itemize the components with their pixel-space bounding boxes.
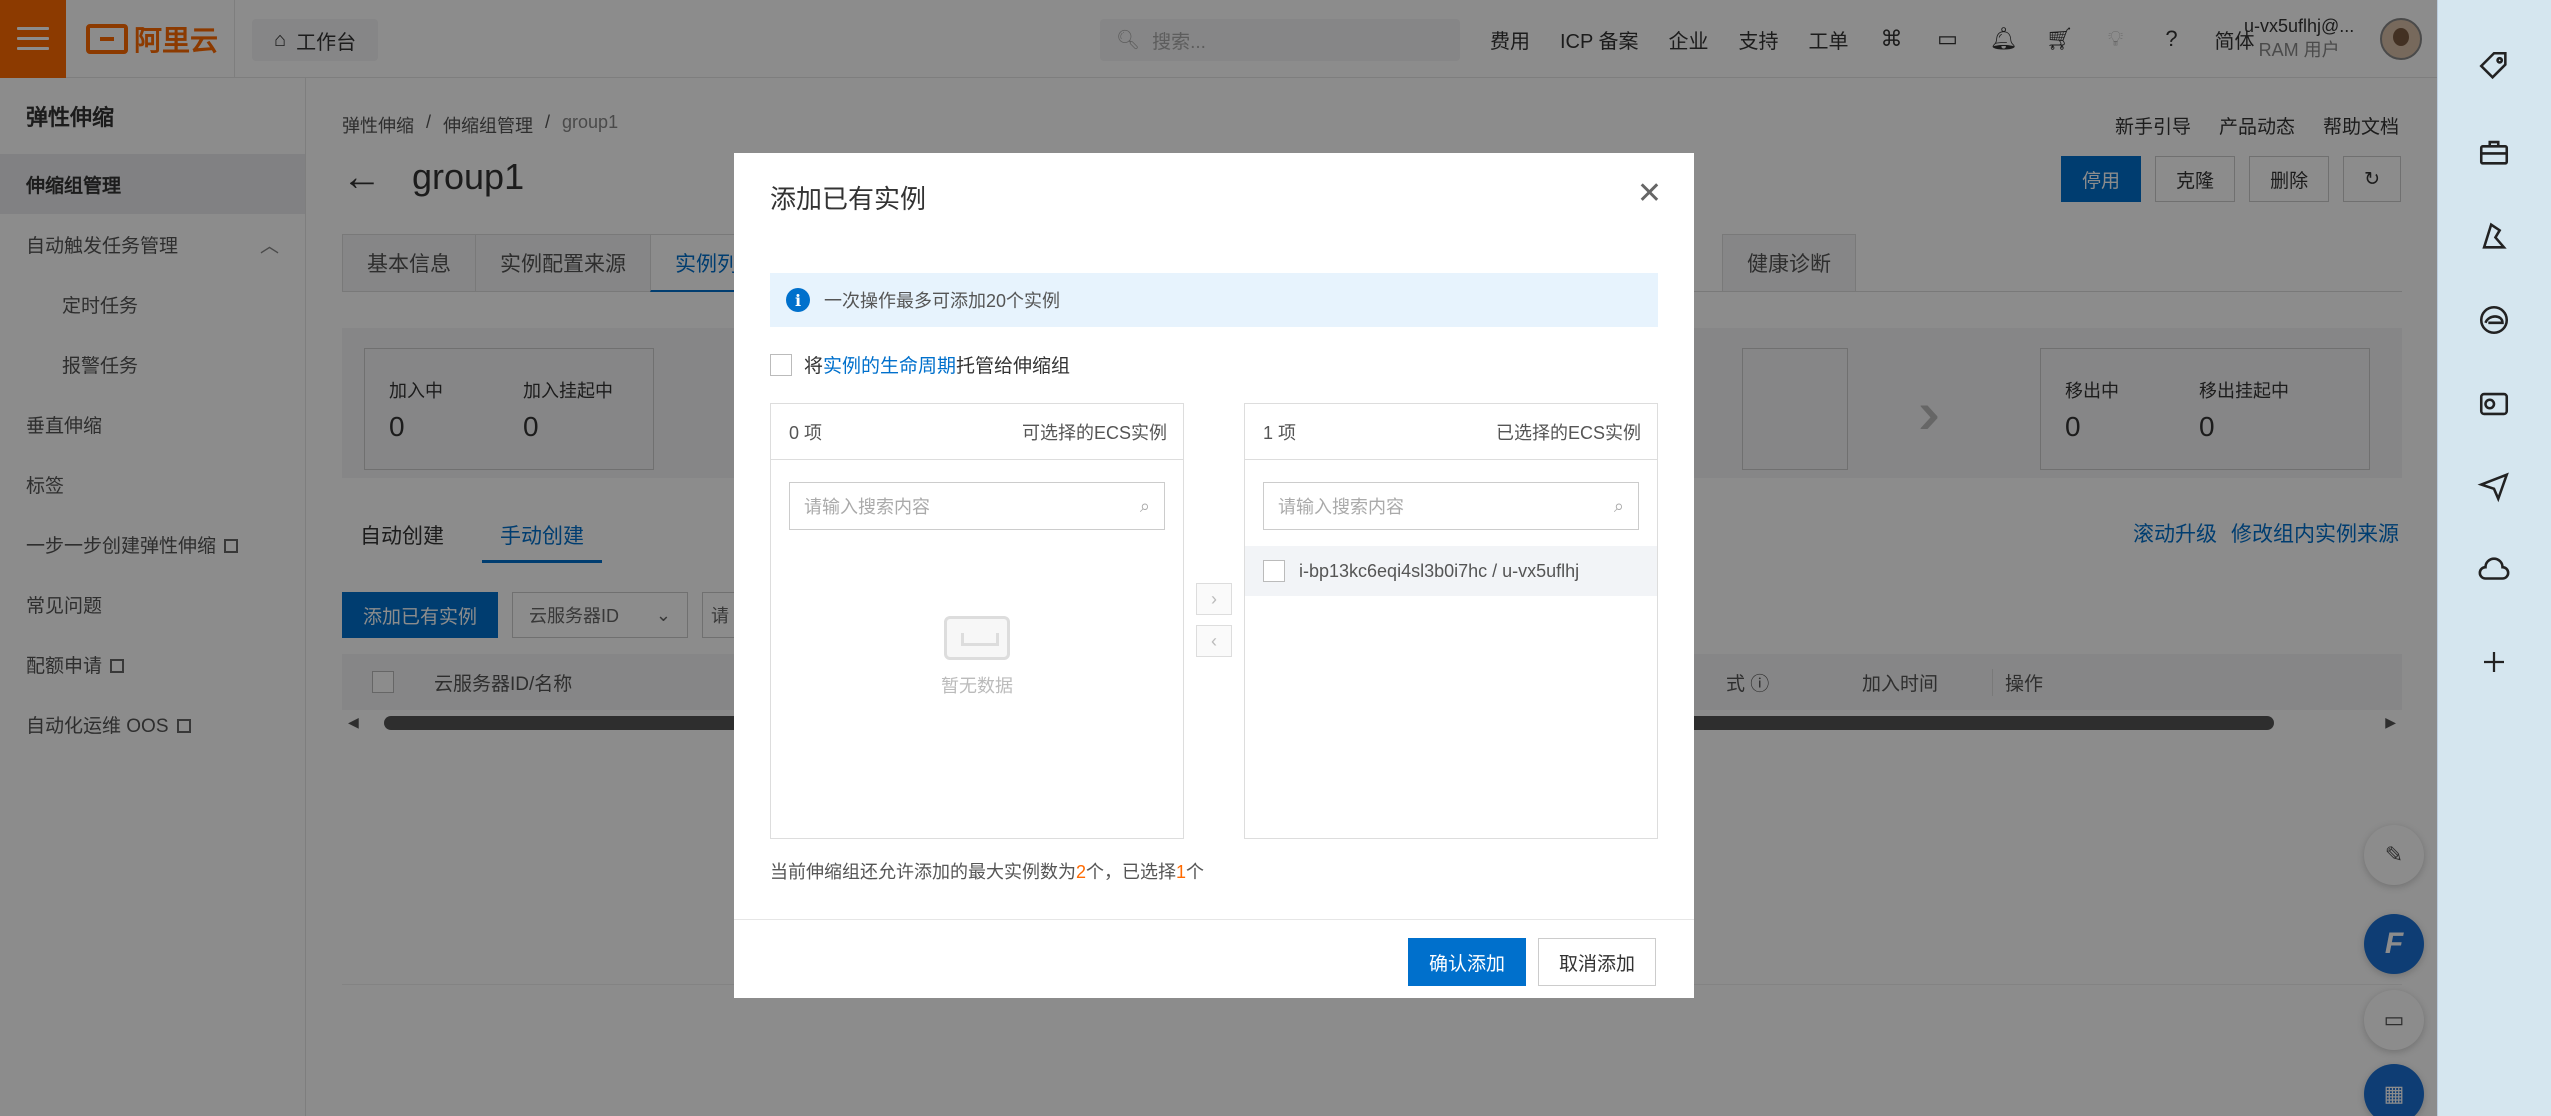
notice-text: 一次操作最多可添加20个实例 — [824, 291, 1061, 311]
available-search-input[interactable]: 请输入搜索内容 ⌕ — [789, 482, 1165, 530]
search-icon: ⌕ — [1139, 495, 1150, 516]
lifecycle-link[interactable]: 实例的生命周期 — [823, 356, 956, 377]
move-right-button[interactable]: › — [1196, 583, 1232, 615]
empty-state: 暂无数据 — [771, 616, 1183, 698]
puzzle-icon[interactable] — [2474, 216, 2514, 256]
limit-text: 当前伸缩组还允许添加的最大实例数为2个，已选择1个 — [770, 862, 1205, 882]
right-dock — [2437, 0, 2551, 1116]
add-icon[interactable] — [2474, 642, 2514, 682]
cancel-add-button[interactable]: 取消添加 — [1537, 938, 1656, 986]
lifecycle-option: 将实例的生命周期托管给伸缩组 — [770, 351, 1070, 378]
available-instances-panel: 0 项 可选择的ECS实例 请输入搜索内容 ⌕ 暂无数据 — [770, 403, 1184, 839]
edge-icon[interactable] — [2474, 300, 2514, 340]
toolbox-icon[interactable] — [2474, 132, 2514, 172]
chevron-right-icon: › — [1211, 588, 1217, 609]
selected-count: 1 项 — [1263, 422, 1297, 443]
instance-label: i-bp13kc6eqi4sl3b0i7hc / u-vx5uflhj — [1299, 560, 1580, 581]
dialog-title: 添加已有实例 — [770, 184, 927, 214]
info-icon: i — [786, 288, 810, 312]
instance-checkbox[interactable] — [1263, 560, 1285, 582]
chevron-left-icon: ‹ — [1211, 630, 1217, 651]
selected-instances-panel: 1 项 已选择的ECS实例 请输入搜索内容 ⌕ i-bp13kc6eqi4sl3… — [1244, 403, 1658, 839]
cloud-icon[interactable] — [2474, 550, 2514, 590]
available-title: 可选择的ECS实例 — [1021, 422, 1167, 443]
tag-icon[interactable] — [2474, 46, 2514, 86]
close-icon[interactable]: ✕ — [1637, 179, 1662, 209]
selected-search-input[interactable]: 请输入搜索内容 ⌕ — [1263, 482, 1639, 530]
add-instance-dialog: 添加已有实例 ✕ i 一次操作最多可添加20个实例 将实例的生命周期托管给伸缩组… — [734, 153, 1694, 998]
transfer-buttons: › ‹ — [1196, 583, 1232, 657]
confirm-add-button[interactable]: 确认添加 — [1407, 938, 1526, 986]
info-notice: i 一次操作最多可添加20个实例 — [770, 273, 1658, 327]
list-item[interactable]: i-bp13kc6eqi4sl3b0i7hc / u-vx5uflhj — [1245, 546, 1657, 596]
move-left-button[interactable]: ‹ — [1196, 625, 1232, 657]
available-count: 0 项 — [789, 422, 823, 443]
empty-box-icon — [944, 616, 1010, 660]
lifecycle-checkbox[interactable] — [770, 353, 792, 376]
outlook-icon[interactable] — [2474, 384, 2514, 424]
send-icon[interactable] — [2474, 466, 2514, 506]
selected-title: 已选择的ECS实例 — [1495, 422, 1641, 443]
search-icon: ⌕ — [1613, 495, 1624, 516]
